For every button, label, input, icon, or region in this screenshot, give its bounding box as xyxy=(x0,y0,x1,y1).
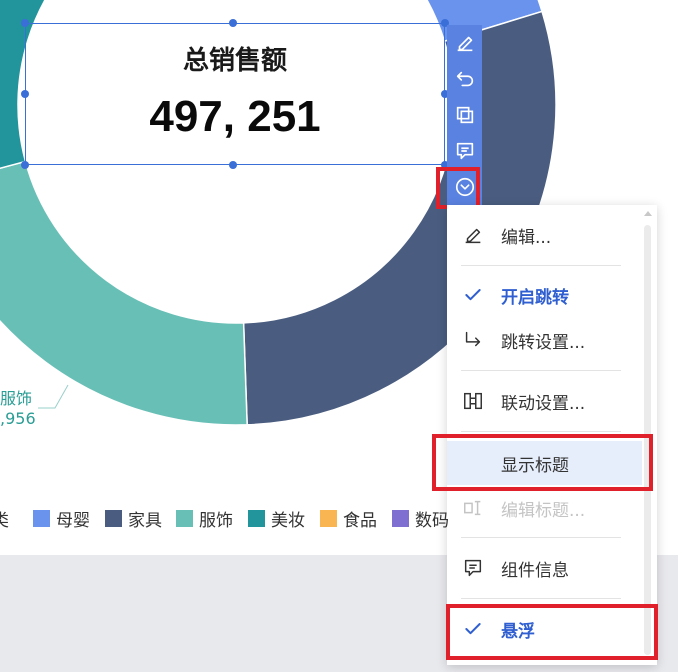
legend-label: 食品 xyxy=(343,510,377,531)
legend-item-partial[interactable]: 类 xyxy=(0,505,9,531)
toolbar-undo-button[interactable] xyxy=(447,61,482,97)
legend-swatch xyxy=(320,509,337,527)
toolbar-comment-button[interactable] xyxy=(447,133,482,169)
legend-label: 数码 xyxy=(415,510,449,531)
resize-handle-bl[interactable] xyxy=(21,161,29,169)
menu-item-label: 跳转设置... xyxy=(501,332,586,353)
edit-icon xyxy=(457,36,472,52)
menu-item-jump-settings[interactable]: 跳转设置... xyxy=(447,318,642,362)
resize-handle-bc[interactable] xyxy=(229,161,237,169)
fushi-callout-label: 服饰 ,956 xyxy=(0,385,36,428)
menu-divider xyxy=(461,370,621,371)
scroll-up-arrow-icon[interactable] xyxy=(642,208,654,218)
linkage-icon xyxy=(461,389,485,413)
highlight-more-button xyxy=(436,167,480,209)
legend-swatch xyxy=(105,509,122,527)
callout-name: 服饰 xyxy=(0,389,33,408)
text-edit-icon xyxy=(461,496,485,520)
legend-swatch xyxy=(248,509,265,527)
menu-item-label: 联动设置... xyxy=(501,393,586,414)
comment-icon xyxy=(456,142,473,160)
legend-swatch xyxy=(176,509,193,527)
kpi-value: 497, 251 xyxy=(149,92,321,141)
menu-divider xyxy=(461,598,621,599)
callout-leader-line xyxy=(38,384,69,409)
highlight-float xyxy=(446,604,658,660)
edit-icon xyxy=(461,223,485,247)
resize-handle-tc[interactable] xyxy=(229,19,237,27)
menu-item-label: 开启跳转 xyxy=(501,287,569,308)
copy-icon xyxy=(456,106,473,124)
menu-item-label: 组件信息 xyxy=(501,560,569,581)
highlight-show-title xyxy=(432,434,653,491)
legend-label: 家具 xyxy=(128,510,162,531)
legend-swatch xyxy=(392,509,409,527)
menu-item-edit[interactable]: 编辑... xyxy=(447,213,642,257)
kpi-title: 总销售额 xyxy=(182,46,287,76)
legend-item-muyi[interactable]: 母婴 xyxy=(33,505,90,531)
legend-item-shuma[interactable]: 数码 xyxy=(392,505,449,531)
resize-handle-tl[interactable] xyxy=(21,19,29,27)
menu-item-label: 编辑... xyxy=(501,227,552,248)
chart-legend: 类 母婴 家具 服饰 美妆 食品 数码 xyxy=(0,505,460,531)
menu-divider xyxy=(461,537,621,538)
comment-icon xyxy=(461,556,485,580)
menu-item-enable-jump[interactable]: 开启跳转 xyxy=(447,273,642,317)
legend-label: 母婴 xyxy=(56,510,90,531)
legend-label: 服饰 xyxy=(199,510,233,531)
undo-icon xyxy=(456,71,473,87)
legend-label: 类 xyxy=(0,510,9,531)
toolbar-copy-button[interactable] xyxy=(447,97,482,133)
turn-right-arrow-icon xyxy=(461,328,485,352)
menu-divider xyxy=(461,265,621,266)
legend-item-meizhuang[interactable]: 美妆 xyxy=(248,505,305,531)
legend-item-fushi[interactable]: 服饰 xyxy=(176,505,233,531)
legend-swatch xyxy=(33,509,50,527)
legend-label: 美妆 xyxy=(271,510,305,531)
callout-value: ,956 xyxy=(0,409,36,428)
menu-item-component-info[interactable]: 组件信息 xyxy=(447,546,642,590)
check-icon xyxy=(461,283,485,307)
donut-segment-fushi[interactable] xyxy=(0,160,248,426)
menu-item-linkage-settings[interactable]: 联动设置... xyxy=(447,379,642,423)
menu-divider xyxy=(461,431,621,432)
toolbar-edit-button[interactable] xyxy=(447,25,482,61)
menu-item-edit-title: 编辑标题... xyxy=(447,486,642,530)
legend-item-jiaju[interactable]: 家具 xyxy=(105,505,162,531)
menu-item-label: 编辑标题... xyxy=(501,500,586,521)
legend-item-shipin[interactable]: 食品 xyxy=(320,505,377,531)
